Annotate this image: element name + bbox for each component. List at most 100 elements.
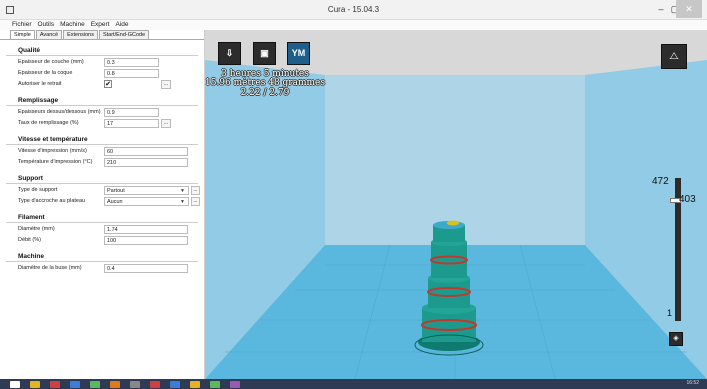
section-machine-title: Machine [18, 253, 45, 260]
shell-thickness-label: Epaisseur de la coque [18, 70, 73, 76]
back-wall [325, 75, 585, 245]
divider [6, 105, 198, 106]
setting-row: Vitesse d'impression (mm/s) 60 [0, 146, 204, 157]
app-icon-red[interactable] [50, 380, 60, 388]
print-cost: 2.22 / 2.79 [240, 88, 290, 98]
view-mode-button[interactable]: ⧍ [661, 44, 687, 69]
section-quality-title: Qualité [18, 47, 41, 54]
app-icon-gray[interactable] [130, 380, 140, 388]
setting-row: Autoriser le retrait ✔ ... [0, 79, 204, 90]
section-filament-title: Filament [18, 214, 45, 221]
print-speed-input[interactable]: 60 [104, 147, 188, 156]
adhesion-type-select[interactable]: Aucun ▼ [104, 197, 189, 206]
print-temp-input[interactable]: 210 [104, 158, 188, 167]
app-icon-blue-2[interactable] [170, 380, 180, 388]
flow-label: Débit (%) [18, 237, 41, 243]
flow-input[interactable]: 100 [104, 236, 188, 245]
layer-height-input[interactable]: 0.3 [104, 58, 159, 67]
section-speed-title: Vitesse et température [18, 136, 88, 143]
fill-density-input[interactable]: 17 [104, 119, 159, 128]
filament-diameter-input[interactable]: 1.74 [104, 225, 188, 234]
tab-extensions[interactable]: Extensions [63, 30, 98, 39]
taskbar: 16:52 [0, 379, 707, 389]
setting-row: Taux de remplissage (%) 17 ... [0, 118, 204, 129]
menu-expert[interactable]: Expert [91, 20, 110, 30]
layer-min-label: 1 [667, 308, 673, 318]
app-icon-purple[interactable] [230, 380, 240, 388]
app-icon-blue[interactable] [70, 380, 80, 388]
chevron-down-icon: ▼ [180, 199, 185, 205]
bottom-top-label: Epaisseurs dessus/dessous (mm) [18, 109, 101, 115]
layer-view-button[interactable]: ◈ [669, 332, 683, 346]
adhesion-type-value: Aucun [107, 199, 123, 205]
setting-row: Débit (%) 100 [0, 235, 204, 246]
start-icon[interactable] [10, 380, 20, 388]
3d-viewport[interactable]: ⇩ ▣ YM ⧍ 3 heures 5 minutes 15.96 mètres… [205, 30, 707, 379]
layer-current-label: 403 [679, 194, 696, 205]
setting-row: Type de support Partout ▼ ... [0, 185, 204, 196]
save-icon: ▣ [260, 48, 269, 58]
retract-label: Autoriser le retrait [18, 81, 62, 87]
print-speed-label: Vitesse d'impression (mm/s) [18, 148, 87, 154]
menu-aide[interactable]: Aide [116, 20, 129, 30]
tab-simple[interactable]: Simple [10, 30, 35, 39]
load-model-button[interactable]: ⇩ [218, 42, 241, 65]
settings-tabs: Simple Avancé Extensions Start/End-GCode [0, 30, 204, 40]
view-mode-icon: ⧍ [669, 51, 679, 62]
section-support-title: Support [18, 175, 43, 182]
taskbar-clock: 16:52 [686, 380, 699, 386]
setting-row: Température d'impression (°C) 210 [0, 157, 204, 168]
menu-fichier[interactable]: Fichier [12, 20, 32, 30]
divider [6, 261, 198, 262]
app-icon-red-2[interactable] [150, 380, 160, 388]
settings-panel: Simple Avancé Extensions Start/End-GCode… [0, 30, 205, 379]
divider [6, 183, 198, 184]
support-type-label: Type de support [18, 187, 58, 193]
support-more-button[interactable]: ... [191, 186, 200, 195]
setting-row: Epaisseurs dessus/dessous (mm) 0.9 [0, 107, 204, 118]
fill-more-button[interactable]: ... [161, 119, 171, 128]
nozzle-diameter-label: Diamètre de la buse (mm) [18, 265, 82, 271]
retract-more-button[interactable]: ... [161, 80, 171, 89]
setting-row: Epaisseur de couche (mm) 0.3 [0, 57, 204, 68]
app-icon-green-2[interactable] [210, 380, 220, 388]
layer-height-label: Epaisseur de couche (mm) [18, 59, 84, 65]
app-icon-yellow[interactable] [190, 380, 200, 388]
menu-outils[interactable]: Outils [38, 20, 55, 30]
tab-avance[interactable]: Avancé [35, 30, 63, 39]
filament-diameter-label: Diamètre (mm) [18, 226, 55, 232]
retract-checkbox[interactable]: ✔ [104, 80, 112, 88]
setting-row: Epaisseur de la coque 0.8 [0, 68, 204, 79]
nozzle-diameter-input[interactable]: 0.4 [104, 264, 188, 273]
support-type-select[interactable]: Partout ▼ [104, 186, 189, 195]
support-type-value: Partout [107, 188, 125, 194]
chevron-down-icon: ▼ [180, 188, 185, 194]
filament-usage: 15.96 mètres 48 grammes [205, 78, 325, 88]
shell-thickness-input[interactable]: 0.8 [104, 69, 159, 78]
section-fill-title: Remplissage [18, 97, 59, 104]
menu-machine[interactable]: Machine [60, 20, 85, 30]
title-bar: Cura - 15.04.3 – ▢ ✕ [0, 0, 707, 20]
adhesion-more-button[interactable]: ... [191, 197, 200, 206]
close-button[interactable]: ✕ [676, 0, 702, 18]
setting-row: Diamètre (mm) 1.74 [0, 224, 204, 235]
setting-row: Diamètre de la buse (mm) 0.4 [0, 263, 204, 274]
fill-density-label: Taux de remplissage (%) [18, 120, 79, 126]
load-icon: ⇩ [225, 48, 234, 58]
print-temp-label: Température d'impression (°C) [18, 159, 93, 165]
layer-max-label: 472 [652, 176, 669, 187]
tab-gcode[interactable]: Start/End-GCode [98, 30, 150, 39]
app-icon-green[interactable] [90, 380, 100, 388]
youmagine-button[interactable]: YM [287, 42, 310, 65]
layers-icon: ◈ [673, 335, 679, 342]
save-toolpath-button[interactable]: ▣ [253, 42, 276, 65]
divider [6, 222, 198, 223]
app-icon-orange[interactable] [110, 380, 120, 388]
setting-row: Type d'accroche au plateau Aucun ▼ ... [0, 196, 204, 207]
bottom-top-input[interactable]: 0.9 [104, 108, 159, 117]
window-title: Cura - 15.04.3 [327, 5, 380, 14]
adhesion-type-label: Type d'accroche au plateau [18, 198, 86, 204]
divider [6, 55, 198, 56]
folder-icon[interactable] [30, 380, 40, 388]
menu-bar: Fichier Outils Machine Expert Aide [0, 20, 707, 30]
